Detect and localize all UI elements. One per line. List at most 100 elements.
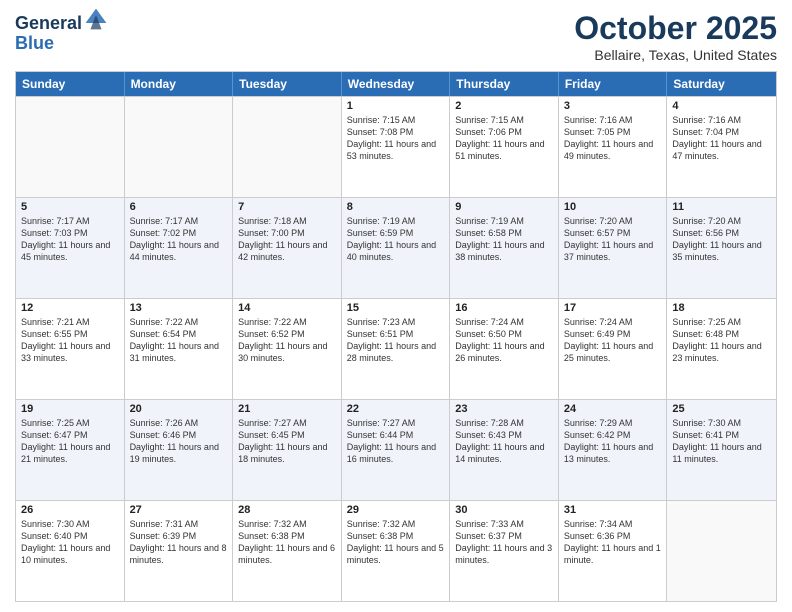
sunrise-text: Sunrise: 7:27 AM	[347, 417, 445, 429]
sunrise-text: Sunrise: 7:31 AM	[130, 518, 228, 530]
daylight-text: Daylight: 11 hours and 23 minutes.	[672, 340, 771, 364]
daylight-text: Daylight: 11 hours and 19 minutes.	[130, 441, 228, 465]
sunset-text: Sunset: 6:57 PM	[564, 227, 662, 239]
daylight-text: Daylight: 11 hours and 10 minutes.	[21, 542, 119, 566]
calendar-cell: 7Sunrise: 7:18 AMSunset: 7:00 PMDaylight…	[233, 198, 342, 298]
sunrise-text: Sunrise: 7:18 AM	[238, 215, 336, 227]
daylight-text: Daylight: 11 hours and 30 minutes.	[238, 340, 336, 364]
calendar-cell: 4Sunrise: 7:16 AMSunset: 7:04 PMDaylight…	[667, 97, 776, 197]
sunset-text: Sunset: 6:44 PM	[347, 429, 445, 441]
day-number: 14	[238, 302, 336, 314]
sunrise-text: Sunrise: 7:19 AM	[455, 215, 553, 227]
sunset-text: Sunset: 6:58 PM	[455, 227, 553, 239]
location: Bellaire, Texas, United States	[574, 47, 777, 63]
day-number: 4	[672, 100, 771, 112]
day-number: 10	[564, 201, 662, 213]
sunrise-text: Sunrise: 7:27 AM	[238, 417, 336, 429]
sunset-text: Sunset: 7:06 PM	[455, 126, 553, 138]
calendar-cell: 2 Sunrise: 7:15 AMSunset: 7:06 PMDaylight…	[450, 97, 559, 197]
calendar-row: 26Sunrise: 7:30 AMSunset: 6:40 PMDayligh…	[16, 500, 776, 601]
daylight-text: Daylight: 11 hours and 47 minutes.	[672, 138, 771, 162]
sunrise-text: Sunrise: 7:15 AM	[455, 114, 553, 126]
calendar-cell: 17Sunrise: 7:24 AMSunset: 6:49 PMDayligh…	[559, 299, 668, 399]
sunset-text: Sunset: 6:37 PM	[455, 530, 553, 542]
day-number: 15	[347, 302, 445, 314]
day-number: 9	[455, 201, 553, 213]
logo: General Blue	[15, 14, 108, 54]
daylight-text: Daylight: 11 hours and 14 minutes.	[455, 441, 553, 465]
sunset-text: Sunset: 6:38 PM	[238, 530, 336, 542]
daylight-text: Daylight: 11 hours and 3 minutes.	[455, 542, 553, 566]
calendar-cell: 6Sunrise: 7:17 AMSunset: 7:02 PMDaylight…	[125, 198, 234, 298]
daylight-text: Daylight: 11 hours and 45 minutes.	[21, 239, 119, 263]
sunrise-text: Sunrise: 7:32 AM	[347, 518, 445, 530]
daylight-text: Daylight: 11 hours and 6 minutes.	[238, 542, 336, 566]
calendar-row: 12Sunrise: 7:21 AMSunset: 6:55 PMDayligh…	[16, 298, 776, 399]
sunrise-text: Sunrise: 7:20 AM	[672, 215, 771, 227]
calendar-cell: 27Sunrise: 7:31 AMSunset: 6:39 PMDayligh…	[125, 501, 234, 601]
day-number: 11	[672, 201, 771, 213]
daylight-text: Daylight: 11 hours and 38 minutes.	[455, 239, 553, 263]
sunset-text: Sunset: 7:08 PM	[347, 126, 445, 138]
day-number: 13	[130, 302, 228, 314]
daylight-text: Daylight: 11 hours and 31 minutes.	[130, 340, 228, 364]
title-block: October 2025 Bellaire, Texas, United Sta…	[574, 10, 777, 63]
daylight-text: Daylight: 11 hours and 5 minutes.	[347, 542, 445, 566]
calendar-cell: 24Sunrise: 7:29 AMSunset: 6:42 PMDayligh…	[559, 400, 668, 500]
sunrise-text: Sunrise: 7:25 AM	[21, 417, 119, 429]
sunrise-text: Sunrise: 7:25 AM	[672, 316, 771, 328]
daylight-text: Daylight: 11 hours and 28 minutes.	[347, 340, 445, 364]
day-number: 3	[564, 100, 662, 112]
sunrise-text: Sunrise: 7:32 AM	[238, 518, 336, 530]
day-number: 28	[238, 504, 336, 516]
sunrise-text: Sunrise: 7:17 AM	[21, 215, 119, 227]
day-number: 18	[672, 302, 771, 314]
sunrise-text: Sunrise: 7:19 AM	[347, 215, 445, 227]
day-number: 31	[564, 504, 662, 516]
calendar-cell: 25Sunrise: 7:30 AMSunset: 6:41 PMDayligh…	[667, 400, 776, 500]
weekday-header: Wednesday	[342, 72, 451, 96]
calendar-row: 1Sunrise: 7:15 AMSunset: 7:08 PMDaylight…	[16, 96, 776, 197]
calendar-body: 1Sunrise: 7:15 AMSunset: 7:08 PMDaylight…	[16, 96, 776, 601]
daylight-text: Daylight: 11 hours and 11 minutes.	[672, 441, 771, 465]
sunrise-text: Sunrise: 7:34 AM	[564, 518, 662, 530]
calendar-cell: 26Sunrise: 7:30 AMSunset: 6:40 PMDayligh…	[16, 501, 125, 601]
sunrise-text: Sunrise: 7:23 AM	[347, 316, 445, 328]
daylight-text: Daylight: 11 hours and 21 minutes.	[21, 441, 119, 465]
daylight-text: Daylight: 11 hours and 51 minutes.	[455, 138, 553, 162]
sunrise-text: Sunrise: 7:17 AM	[130, 215, 228, 227]
calendar: SundayMondayTuesdayWednesdayThursdayFrid…	[15, 71, 777, 602]
sunset-text: Sunset: 6:51 PM	[347, 328, 445, 340]
sunrise-text: Sunrise: 7:24 AM	[564, 316, 662, 328]
sunset-text: Sunset: 6:52 PM	[238, 328, 336, 340]
sunset-text: Sunset: 6:54 PM	[130, 328, 228, 340]
daylight-text: Daylight: 11 hours and 18 minutes.	[238, 441, 336, 465]
sunset-text: Sunset: 7:03 PM	[21, 227, 119, 239]
day-number: 2	[455, 100, 553, 112]
sunrise-text: Sunrise: 7:15 AM	[347, 114, 445, 126]
sunrise-text: Sunrise: 7:16 AM	[564, 114, 662, 126]
calendar-cell: 31Sunrise: 7:34 AMSunset: 6:36 PMDayligh…	[559, 501, 668, 601]
day-number: 16	[455, 302, 553, 314]
calendar-cell: 22Sunrise: 7:27 AMSunset: 6:44 PMDayligh…	[342, 400, 451, 500]
calendar-cell: 14Sunrise: 7:22 AMSunset: 6:52 PMDayligh…	[233, 299, 342, 399]
daylight-text: Daylight: 11 hours and 1 minute.	[564, 542, 662, 566]
calendar-cell: 13Sunrise: 7:22 AMSunset: 6:54 PMDayligh…	[125, 299, 234, 399]
sunset-text: Sunset: 6:56 PM	[672, 227, 771, 239]
calendar-cell	[233, 97, 342, 197]
day-number: 29	[347, 504, 445, 516]
calendar-cell: 20Sunrise: 7:26 AMSunset: 6:46 PMDayligh…	[125, 400, 234, 500]
daylight-text: Daylight: 11 hours and 25 minutes.	[564, 340, 662, 364]
logo-blue: Blue	[15, 34, 108, 54]
daylight-text: Daylight: 11 hours and 44 minutes.	[130, 239, 228, 263]
logo-icon	[84, 7, 108, 31]
sunrise-text: Sunrise: 7:30 AM	[21, 518, 119, 530]
sunset-text: Sunset: 6:43 PM	[455, 429, 553, 441]
day-number: 17	[564, 302, 662, 314]
sunrise-text: Sunrise: 7:24 AM	[455, 316, 553, 328]
calendar-cell: 30Sunrise: 7:33 AMSunset: 6:37 PMDayligh…	[450, 501, 559, 601]
sunset-text: Sunset: 6:42 PM	[564, 429, 662, 441]
weekday-header: Sunday	[16, 72, 125, 96]
weekday-header: Thursday	[450, 72, 559, 96]
day-number: 27	[130, 504, 228, 516]
